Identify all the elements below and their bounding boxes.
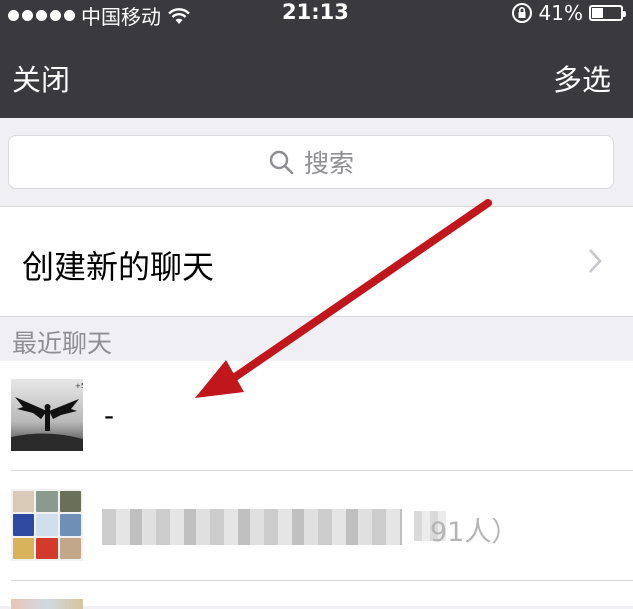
search-input[interactable]: 搜索 [8, 135, 614, 189]
navigation-bar: 关闭 多选 [0, 26, 633, 118]
status-bar: 中国移动 21:13 41% [0, 0, 633, 29]
svg-text:+5: +5 [75, 382, 83, 390]
group-member-count: 91人） [430, 517, 519, 548]
create-new-chat-row[interactable]: 创建新的聊天 [0, 206, 633, 317]
recent-chats-header: 最近聊天 [0, 317, 633, 361]
divider [11, 580, 633, 581]
orientation-lock-icon [511, 3, 532, 23]
create-new-chat-label: 创建新的聊天 [22, 248, 215, 286]
divider [11, 470, 633, 471]
signal-strength-icon [8, 10, 75, 21]
battery-percent: 41% [538, 1, 583, 25]
chevron-right-icon [589, 249, 602, 273]
recent-chats-title: 最近聊天 [12, 329, 113, 358]
recent-chat-list: +5 - 91人） [0, 361, 633, 609]
chat-row[interactable]: +5 - [0, 361, 633, 471]
status-right: 41% [511, 1, 626, 25]
blurred-chat-name [102, 509, 402, 545]
battery-icon [589, 5, 626, 21]
group-avatar [11, 489, 83, 561]
search-placeholder: 搜索 [303, 149, 354, 178]
multi-select-button[interactable]: 多选 [553, 57, 611, 99]
status-time: 21:13 [282, 0, 349, 24]
wifi-icon [168, 7, 190, 24]
close-button[interactable]: 关闭 [12, 57, 70, 99]
avatar [11, 599, 83, 609]
search-icon [269, 150, 294, 175]
avatar: +5 [11, 379, 83, 451]
chat-name: - [104, 399, 115, 432]
search-section: 搜索 [0, 118, 633, 206]
